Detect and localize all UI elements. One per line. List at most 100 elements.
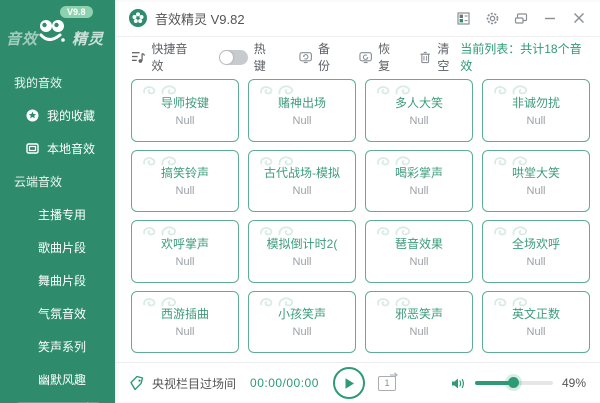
gear-icon[interactable] <box>485 11 499 25</box>
sound-hotkey-value: Null <box>292 326 312 339</box>
sound-hotkey-value: Null <box>526 326 546 339</box>
sound-card[interactable]: 多人大笑 Null <box>365 79 473 142</box>
restore-button[interactable]: 恢复 <box>359 40 401 74</box>
sound-title: 邪恶笑声 <box>394 307 443 322</box>
sidebar-item-label: 主播专用 <box>38 208 87 222</box>
window-title: 音效精灵 V9.82 <box>155 11 245 27</box>
version-badge: V9.8 <box>60 6 93 18</box>
sidebar-item-ambience[interactable]: 气氛音效 <box>0 297 115 330</box>
playlist-music-icon <box>131 52 146 63</box>
volume-slider[interactable] <box>474 377 553 388</box>
loop-mode-value: 1 <box>384 378 390 388</box>
sound-card[interactable]: 欢呼掌声 Null <box>131 220 239 283</box>
sidebar-item-favorites[interactable]: 我的收藏 <box>0 99 115 132</box>
sound-hotkey-value: Null <box>409 114 429 127</box>
sound-title: 西游插曲 <box>160 307 209 322</box>
app-window: 音效 精灵 V9.8 我的音效 我的收藏 本地音效 云端音效 主播专用 歌曲片段… <box>0 0 600 403</box>
quick-sound-button[interactable]: 快捷音效 <box>131 40 197 74</box>
sidebar-item-label: 舞曲片段 <box>38 274 87 288</box>
monitor-icon <box>26 143 39 154</box>
tag-icon <box>130 375 144 390</box>
sound-title: 琶音效果 <box>394 236 443 251</box>
logo-text-right: 精灵 <box>72 31 105 48</box>
backup-icon <box>299 51 312 63</box>
sidebar-nav: 我的音效 我的收藏 本地音效 云端音效 主播专用 歌曲片段 舞曲片段 气氛音效 <box>0 58 115 396</box>
sound-hotkey-value: Null <box>409 255 429 268</box>
loop-once-button[interactable]: 1 <box>378 371 398 391</box>
sound-hotkey-value: Null <box>292 255 312 268</box>
sound-card-grid: 导师按键 Null 赌神出场 Null 多人大笑 Null 非诚勿扰 Null 搞笑铃声… <box>115 71 600 362</box>
playback-controls: 1 <box>333 367 398 399</box>
sound-title: 英文正数 <box>511 307 560 322</box>
hotkey-toggle[interactable] <box>219 49 248 65</box>
sound-hotkey-value: Null <box>526 185 546 198</box>
minimize-icon[interactable] <box>543 11 557 25</box>
volume-control: 49% <box>451 376 586 390</box>
sidebar-item-dance-clips[interactable]: 舞曲片段 <box>0 264 115 297</box>
sound-card[interactable]: 模拟倒计时2(Null <box>248 220 356 283</box>
hotkey-label: 热键 <box>253 42 266 73</box>
sound-card[interactable]: 小孩笑声 Null <box>248 290 356 353</box>
sound-hotkey-value: Null <box>292 185 312 198</box>
main-panel: 音效精灵 V9.82 快捷音效 热键 备份 恢复 清空 当前列表：共计18个音效… <box>115 0 600 403</box>
sound-card[interactable]: 全场欢呼 Null <box>482 220 590 283</box>
sound-card[interactable]: 导师按键 Null <box>131 79 239 142</box>
sound-title: 小孩笑声 <box>277 307 326 322</box>
titlebar: 音效精灵 V9.82 <box>115 0 600 37</box>
playback-time: 00:00/00:00 <box>250 376 319 390</box>
sidebar-item-humor[interactable]: 幽默风趣 <box>0 363 115 396</box>
play-icon <box>345 377 354 389</box>
sound-card[interactable]: 邪恶笑声 Null <box>365 290 473 353</box>
sound-title: 导师按键 <box>160 95 209 110</box>
sidebar-item-label: 气氛音效 <box>38 307 87 321</box>
sound-card[interactable]: 搞笑铃声 Null <box>131 149 239 212</box>
window-controls <box>456 11 586 25</box>
sidebar-item-song-clips[interactable]: 歌曲片段 <box>0 231 115 264</box>
backup-label: 备份 <box>317 42 330 73</box>
volume-percent-label: 49% <box>561 376 586 390</box>
sidebar-item-label: 笑声系列 <box>38 340 87 354</box>
sound-hotkey-value: Null <box>409 185 429 198</box>
clear-button[interactable]: 清空 <box>419 40 460 74</box>
sidebar-item-label: 本地音效 <box>47 142 96 156</box>
sound-card[interactable]: 喝彩掌声 Null <box>365 149 473 212</box>
sound-card[interactable]: 琶音效果 Null <box>365 220 473 283</box>
sound-title: 搞笑铃声 <box>160 166 209 181</box>
sidebar-item-label: 歌曲片段 <box>38 241 87 255</box>
sound-card[interactable]: 英文正数 Null <box>482 290 590 353</box>
sound-card[interactable]: 赌神出场 Null <box>248 79 356 142</box>
sound-card[interactable]: 哄堂大笑 Null <box>482 149 590 212</box>
clear-label: 清空 <box>437 42 450 73</box>
section-cloud-sounds: 云端音效 <box>14 175 63 189</box>
sidebar-item-streamer[interactable]: 主播专用 <box>0 198 115 231</box>
player-bar: 央视栏目过场间 00:00/00:00 1 49% <box>115 362 600 403</box>
sound-card[interactable]: 古代战场-模拟 Null <box>248 149 356 212</box>
sound-title: 全场欢呼 <box>511 236 560 251</box>
sound-hotkey-value: Null <box>175 114 195 127</box>
current-track-name: 央视栏目过场间 <box>152 376 237 391</box>
sidebar-item-label: 我的收藏 <box>47 109 96 123</box>
sidebar-item-laughter[interactable]: 笑声系列 <box>0 330 115 363</box>
sound-card[interactable]: 非诚勿扰 Null <box>482 79 590 142</box>
sidebar-item-local-sounds[interactable]: 本地音效 <box>0 132 115 165</box>
sound-hotkey-value: Null <box>175 185 195 198</box>
backup-button[interactable]: 备份 <box>299 40 341 74</box>
sound-title: 欢呼掌声 <box>160 236 209 251</box>
sound-hotkey-value: Null <box>526 255 546 268</box>
sound-card[interactable]: 西游插曲 Null <box>131 290 239 353</box>
sound-hotkey-value: Null <box>409 326 429 339</box>
mini-mode-icon[interactable] <box>514 11 528 25</box>
sound-title: 古代战场-模拟 <box>264 166 340 181</box>
restore-icon <box>359 51 372 63</box>
speaker-icon[interactable] <box>451 377 466 390</box>
loop-arrow-icon <box>390 371 398 378</box>
close-icon[interactable] <box>572 11 586 25</box>
list-summary: 当前列表：共计18个音效 <box>460 42 582 73</box>
volume-slider-knob[interactable] <box>508 377 520 388</box>
sound-title: 哄堂大笑 <box>511 166 560 181</box>
sidebar-item-label: 幽默风趣 <box>38 373 87 387</box>
sound-hotkey-value: Null <box>526 114 546 127</box>
logo-text-left: 音效 <box>6 31 39 48</box>
skin-icon[interactable] <box>456 11 470 25</box>
play-button[interactable] <box>333 367 365 399</box>
